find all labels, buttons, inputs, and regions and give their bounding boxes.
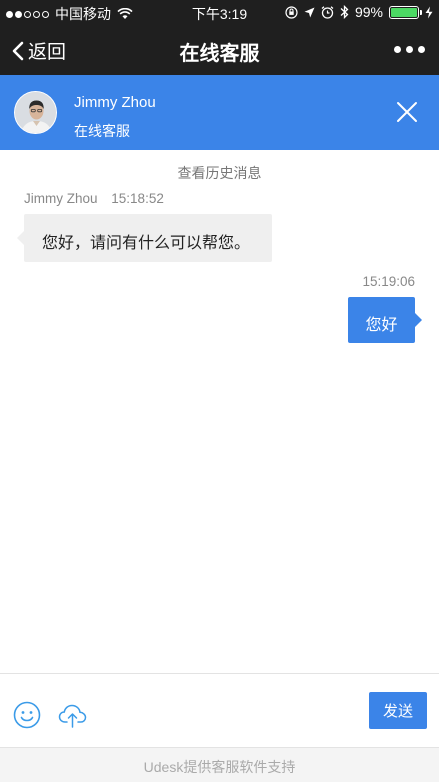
agent-header: Jimmy Zhou 在线客服 <box>0 75 439 150</box>
avatar <box>14 91 57 134</box>
close-button[interactable] <box>395 100 419 124</box>
more-dot-icon <box>406 46 413 53</box>
outgoing-message-bubble: 您好 <box>348 297 422 343</box>
message-sender: Jimmy Zhou <box>24 191 98 206</box>
agent-name: Jimmy Zhou <box>74 94 156 111</box>
upload-button[interactable] <box>58 701 87 729</box>
more-options-button[interactable] <box>394 46 425 53</box>
emoji-button[interactable] <box>13 701 41 729</box>
incoming-message-bubble: 您好，请问有什么可以帮您。 <box>17 214 272 262</box>
message-time: 15:18:52 <box>111 191 164 206</box>
orientation-lock-icon <box>285 5 298 19</box>
battery-percent: 99% <box>354 4 383 20</box>
location-icon <box>304 7 315 17</box>
agent-role: 在线客服 <box>74 123 130 139</box>
message-meta: Jimmy Zhou 15:18:52 <box>24 191 164 206</box>
battery-icon <box>389 5 422 19</box>
bluetooth-icon <box>340 5 349 19</box>
message-time: 15:19:06 <box>362 274 415 289</box>
view-history-link[interactable]: 查看历史消息 <box>0 163 439 183</box>
status-bar: 中国移动 下午3:19 99% <box>0 0 439 24</box>
status-right: 99% <box>285 4 433 20</box>
more-dot-icon <box>394 46 401 53</box>
charging-icon <box>425 6 433 18</box>
alarm-icon <box>321 5 334 19</box>
battery-fill <box>391 7 417 17</box>
powered-by-footer: Udesk提供客服软件支持 <box>0 747 439 782</box>
close-icon <box>397 102 417 122</box>
agent-photo-icon <box>15 92 56 133</box>
emoji-icon <box>13 701 41 729</box>
cloud-upload-icon <box>58 704 87 728</box>
more-dot-icon <box>418 46 425 53</box>
page-title: 在线客服 <box>179 43 260 65</box>
nav-bar: 返回 在线客服 <box>0 24 439 75</box>
send-button[interactable]: 发送 <box>369 692 427 729</box>
input-bar: 发送 <box>0 673 439 747</box>
